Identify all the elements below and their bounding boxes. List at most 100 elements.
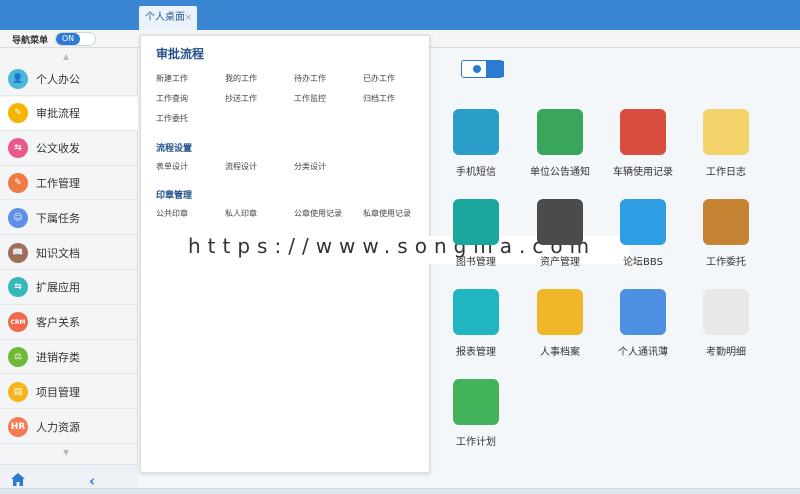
person-icon: 👤 — [8, 68, 28, 89]
grid-view-icon[interactable] — [486, 61, 504, 77]
section-title-process-settings: 流程设置 — [156, 144, 193, 154]
scroll-up-icon[interactable]: ▲ — [63, 52, 69, 61]
app-label: 资产管理 — [540, 257, 580, 268]
app-tile[interactable]: 工作计划 — [434, 379, 514, 449]
sidebar-item[interactable]: ✎ 工作管理 — [0, 166, 138, 201]
top-bar — [0, 0, 800, 30]
sidebar-item-label: 审批流程 — [36, 107, 80, 121]
sidebar-item-label: 项目管理 — [36, 385, 80, 399]
menu-link[interactable]: 公章使用记录 — [294, 208, 342, 219]
app-tile[interactable]: 单位公告通知 — [518, 109, 598, 179]
menu-link[interactable]: 抄送工作 — [225, 93, 257, 104]
app-tile[interactable]: 车辆使用记录 — [601, 109, 681, 179]
menu-link[interactable]: 我的工作 — [225, 73, 257, 84]
list-view-icon[interactable] — [473, 65, 481, 73]
app-label: 手机短信 — [456, 167, 496, 178]
app-tile[interactable]: 资产管理 — [518, 199, 598, 269]
home-icon[interactable] — [11, 473, 25, 486]
app-label: 图书管理 — [456, 257, 496, 268]
plan-icon — [453, 379, 499, 425]
sidebar-item-label: 工作管理 — [36, 176, 80, 190]
sidebar-item[interactable]: HR 人力资源 — [0, 410, 138, 444]
notes-icon — [703, 109, 749, 155]
app-tile[interactable]: 工作委托 — [684, 199, 764, 269]
asset-icon — [537, 199, 583, 245]
menu-link[interactable]: 表单设计 — [156, 161, 188, 172]
scroll-down-icon[interactable]: ▼ — [63, 448, 69, 457]
close-icon[interactable]: × — [184, 6, 192, 30]
menu-link[interactable]: 分类设计 — [294, 161, 326, 172]
sidebar-item-label: 知识文档 — [36, 246, 80, 260]
sidebar-item[interactable]: ⚖ 进销存类 — [0, 340, 138, 375]
sidebar-item[interactable]: ⇆ 扩展应用 — [0, 271, 138, 305]
sidebar-item[interactable]: ☺ 下属任务 — [0, 201, 138, 236]
book-icon: 📖 — [8, 242, 28, 263]
menu-link[interactable]: 待办工作 — [294, 73, 326, 84]
panel-title: 审批流程 — [156, 47, 205, 61]
menu-link[interactable]: 工作查询 — [156, 93, 188, 104]
personnel-icon — [537, 289, 583, 335]
library-icon — [453, 199, 499, 245]
menu-link[interactable]: 已办工作 — [363, 73, 395, 84]
menu-link[interactable]: 工作监控 — [294, 93, 326, 104]
sms-icon — [453, 109, 499, 155]
approval-icon: ✎ — [8, 103, 28, 124]
delegate-icon — [703, 199, 749, 245]
app-tile[interactable]: 个人通讯薄 — [601, 289, 681, 359]
view-toggle[interactable] — [461, 60, 504, 78]
apps-icon: ⇆ — [8, 277, 28, 298]
toggle-state: ON — [56, 33, 80, 45]
notice-icon — [537, 109, 583, 155]
app-label: 报表管理 — [456, 347, 496, 358]
sidebar-item[interactable]: 📖 知识文档 — [0, 236, 138, 270]
status-bar — [0, 488, 800, 494]
app-tile[interactable]: 工作日志 — [684, 109, 764, 179]
nav-toggle-label: 导航菜单 — [12, 36, 49, 46]
contacts-icon — [620, 289, 666, 335]
menu-link[interactable]: 私人印章 — [225, 208, 257, 219]
inventory-icon: ⚖ — [8, 346, 28, 367]
sidebar-item-label: 公文收发 — [36, 142, 80, 156]
menu-link[interactable]: 流程设计 — [225, 161, 257, 172]
sidebar-item[interactable]: ⇆ 公文收发 — [0, 132, 138, 166]
app-label: 人事档案 — [540, 347, 580, 358]
sidebar-item-label: 客户关系 — [36, 316, 80, 330]
sidebar-item-label: 进销存类 — [36, 350, 80, 364]
menu-link[interactable]: 新建工作 — [156, 73, 188, 84]
app-label: 个人通讯薄 — [618, 347, 668, 358]
nav-toggle-switch[interactable]: ON — [55, 32, 96, 46]
tab-personal-desktop[interactable]: 个人桌面 × — [139, 6, 197, 30]
app-label: 工作日志 — [706, 167, 746, 178]
sidebar-item-label: 人力资源 — [36, 420, 80, 434]
app-tile[interactable]: 图书管理 — [434, 199, 514, 269]
hr-icon: HR — [8, 416, 28, 437]
report-icon — [453, 289, 499, 335]
sidebar-item[interactable]: CRM 客户关系 — [0, 306, 138, 340]
menu-link[interactable]: 私章使用记录 — [363, 208, 411, 219]
app-tile[interactable]: 人事档案 — [518, 289, 598, 359]
sidebar-item-label: 个人办公 — [36, 72, 80, 86]
app-label: 工作计划 — [456, 437, 496, 448]
speedometer-icon — [620, 109, 666, 155]
app-label: 车辆使用记录 — [613, 167, 673, 178]
sidebar-item[interactable]: 👤 个人办公 — [0, 62, 138, 96]
app-label: 单位公告通知 — [530, 167, 590, 178]
app-label: 考勤明细 — [706, 347, 746, 358]
app-tile[interactable]: 手机短信 — [434, 109, 514, 179]
sidebar-item-label: 扩展应用 — [36, 281, 80, 295]
app-label: 工作委托 — [706, 257, 746, 268]
crm-icon: CRM — [8, 312, 28, 333]
app-tile[interactable]: 考勤明细 — [684, 289, 764, 359]
section-title-seal-management: 印章管理 — [156, 191, 193, 201]
team-icon: ☺ — [8, 207, 28, 228]
menu-link[interactable]: 公共印章 — [156, 208, 188, 219]
menu-link[interactable]: 归档工作 — [363, 93, 395, 104]
app-tile[interactable]: 报表管理 — [434, 289, 514, 359]
sidebar: ▲ 👤 个人办公 ✎ 审批流程 ⇆ 公文收发 ✎ 工作管理 ☺ 下属任务 📖 知识文档 ⇆ 扩展应用 CRM… — [0, 48, 138, 494]
document-icon: ⇆ — [8, 138, 28, 159]
sidebar-item-label: 下属任务 — [36, 211, 80, 225]
app-tile[interactable]: 论坛BBS — [601, 199, 681, 269]
sidebar-item[interactable]: ▤ 项目管理 — [0, 375, 138, 410]
sidebar-item[interactable]: ✎ 审批流程 — [0, 96, 138, 131]
menu-link[interactable]: 工作委托 — [156, 113, 188, 124]
